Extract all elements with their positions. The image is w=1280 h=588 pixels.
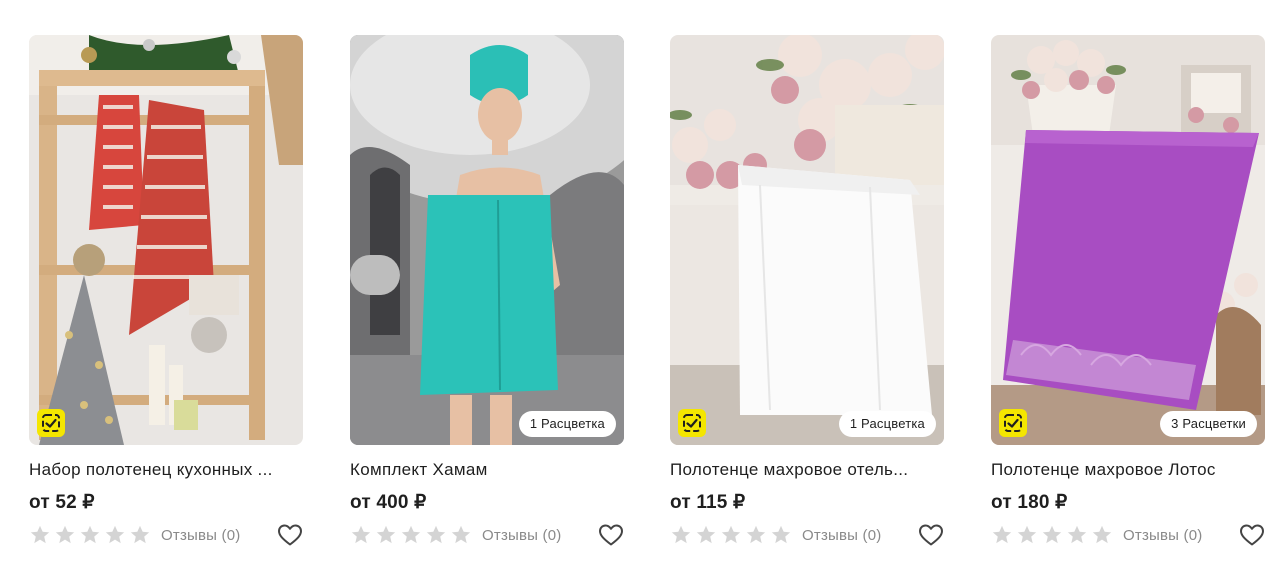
rating-stars[interactable] (991, 524, 1113, 546)
star-icon[interactable] (375, 524, 397, 546)
heart-icon[interactable] (598, 523, 624, 547)
star-icon[interactable] (1016, 524, 1038, 546)
product-image-hamam-set (350, 35, 624, 445)
product-meta: Отзывы (0) (991, 523, 1265, 547)
check-badge-icon (678, 409, 706, 437)
star-icon[interactable] (79, 524, 101, 546)
product-photo[interactable]: 1 Расцветка (670, 35, 944, 445)
product-image-kitchen-towels (29, 35, 303, 445)
product-meta: Отзывы (0) (670, 523, 944, 547)
star-icon[interactable] (695, 524, 717, 546)
product-card[interactable]: Набор полотенец кухонных ... от 52 ₽ Отз… (29, 35, 303, 547)
product-photo[interactable] (29, 35, 303, 445)
rating-stars[interactable] (350, 524, 472, 546)
colors-badge: 1 Расцветка (518, 411, 616, 437)
product-price: от 400 ₽ (350, 492, 427, 513)
product-title[interactable]: Полотенце махровое Лотос (991, 460, 1265, 480)
star-icon[interactable] (770, 524, 792, 546)
star-icon[interactable] (670, 524, 692, 546)
product-meta: Отзывы (0) (29, 523, 303, 547)
product-price: от 115 ₽ (670, 492, 746, 513)
star-icon[interactable] (991, 524, 1013, 546)
rating-stars[interactable] (670, 524, 792, 546)
star-icon[interactable] (720, 524, 742, 546)
star-icon[interactable] (1066, 524, 1088, 546)
check-badge-icon (37, 409, 65, 437)
colors-badge: 3 Расцветки (1160, 411, 1257, 437)
star-icon[interactable] (54, 524, 76, 546)
product-meta: Отзывы (0) (350, 523, 624, 547)
rating-stars[interactable] (29, 524, 151, 546)
star-icon[interactable] (350, 524, 372, 546)
star-icon[interactable] (29, 524, 51, 546)
product-photo[interactable]: 1 Расцветка (350, 35, 624, 445)
product-card[interactable]: 3 Расцветки Полотенце махровое Лотос от … (991, 35, 1265, 547)
product-title[interactable]: Набор полотенец кухонных ... (29, 460, 303, 480)
product-price: от 180 ₽ (991, 492, 1068, 513)
product-title[interactable]: Комплект Хамам (350, 460, 624, 480)
star-icon[interactable] (104, 524, 126, 546)
check-badge-icon (999, 409, 1027, 437)
product-title[interactable]: Полотенце махровое отель... (670, 460, 944, 480)
star-icon[interactable] (425, 524, 447, 546)
reviews-link[interactable]: Отзывы (0) (802, 527, 881, 544)
product-card[interactable]: 1 Расцветка Полотенце махровое отель... … (670, 35, 944, 547)
reviews-link[interactable]: Отзывы (0) (482, 527, 561, 544)
star-icon[interactable] (400, 524, 422, 546)
star-icon[interactable] (745, 524, 767, 546)
heart-icon[interactable] (277, 523, 303, 547)
reviews-link[interactable]: Отзывы (0) (1123, 527, 1202, 544)
product-image-white-towel (670, 35, 944, 445)
product-image-purple-towel (991, 35, 1265, 445)
star-icon[interactable] (129, 524, 151, 546)
product-photo[interactable]: 3 Расцветки (991, 35, 1265, 445)
product-price: от 52 ₽ (29, 492, 95, 513)
star-icon[interactable] (1041, 524, 1063, 546)
reviews-link[interactable]: Отзывы (0) (161, 527, 240, 544)
star-icon[interactable] (450, 524, 472, 546)
star-icon[interactable] (1091, 524, 1113, 546)
product-card[interactable]: 1 Расцветка Комплект Хамам от 400 ₽ Отзы… (350, 35, 624, 547)
heart-icon[interactable] (1239, 523, 1265, 547)
heart-icon[interactable] (918, 523, 944, 547)
colors-badge: 1 Расцветка (838, 411, 936, 437)
